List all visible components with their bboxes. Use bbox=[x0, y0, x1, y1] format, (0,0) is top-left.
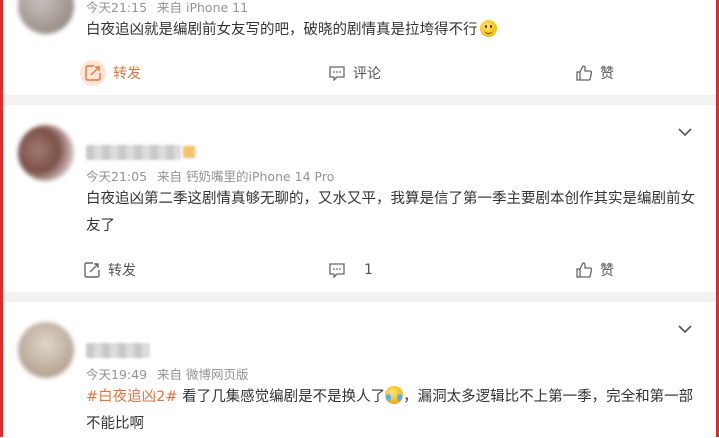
comment-meta: 今天21:15 来自 iPhone 11 bbox=[86, 0, 254, 16]
chevron-down-icon[interactable] bbox=[678, 324, 694, 340]
repost-label: 转发 bbox=[113, 66, 141, 82]
comment-label: 评论 bbox=[353, 66, 381, 82]
comment-time: 今天19:49 bbox=[86, 367, 148, 382]
chevron-down-icon[interactable] bbox=[678, 127, 694, 143]
comment-card: 今天21:05 来自 钙奶嘴里的iPhone 14 Pro 白夜追凶第二季这剧情… bbox=[3, 105, 716, 292]
comment-button[interactable]: 1 bbox=[328, 256, 373, 284]
comment-card: 今天21:15 来自 iPhone 11 白夜追凶就是编剧前女友写的吧，破晓的剧… bbox=[3, 0, 716, 95]
separator bbox=[3, 95, 716, 105]
comment-icon bbox=[329, 66, 345, 81]
thumbs-up-icon bbox=[576, 65, 593, 81]
avatar[interactable] bbox=[18, 125, 74, 181]
topic-link[interactable]: #白夜追凶2# bbox=[86, 389, 178, 405]
comment-meta: 今天19:49 来自 微博网页版 bbox=[86, 364, 255, 383]
comment-button[interactable]: 评论 bbox=[328, 59, 381, 87]
repost-icon bbox=[85, 65, 101, 81]
comment-source: 来自 微博网页版 bbox=[157, 367, 249, 382]
thumbs-up-icon bbox=[576, 262, 593, 278]
crying-laugh-emoji-icon bbox=[385, 386, 404, 404]
separator bbox=[3, 292, 716, 302]
comment-text: 白夜追凶第二季这剧情真够无聊的，又水又平，我算是信了第一季主要剧本创作其实是编剧… bbox=[86, 191, 695, 234]
like-label: 赞 bbox=[600, 66, 614, 82]
comment-actions: 转发 评论 赞 bbox=[3, 59, 716, 87]
comment-time: 今天21:05 bbox=[86, 169, 148, 184]
repost-label: 转发 bbox=[108, 263, 136, 279]
like-button[interactable]: 赞 bbox=[575, 59, 614, 87]
comment-count: 1 bbox=[364, 262, 373, 278]
comment-time: 今天21:15 bbox=[86, 0, 148, 15]
comment-text: #白夜追凶2# 看了几集感觉编剧是不是换人了 ，漏洞太多逻辑比不上第一季，完全和第… bbox=[86, 384, 696, 438]
comment-icon bbox=[329, 263, 345, 278]
comment-meta: 今天21:05 来自 钙奶嘴里的iPhone 14 Pro bbox=[86, 166, 340, 185]
smile-emoji-icon bbox=[479, 20, 497, 37]
avatar[interactable] bbox=[18, 0, 74, 34]
repost-icon bbox=[84, 262, 100, 278]
like-label: 赞 bbox=[600, 263, 614, 279]
comment-card: 今天19:49 来自 微博网页版 #白夜追凶2# 看了几集感觉编剧是不是换人了，… bbox=[3, 302, 716, 437]
repost-button[interactable]: 转发 bbox=[83, 256, 136, 284]
like-button[interactable]: 赞 bbox=[575, 256, 614, 284]
vip-badge-icon bbox=[183, 146, 195, 158]
username[interactable] bbox=[86, 343, 150, 358]
comment-source: 来自 钙奶嘴里的iPhone 14 Pro bbox=[157, 169, 335, 184]
comment-source: 来自 iPhone 11 bbox=[157, 0, 249, 15]
comment-text: 白夜追凶就是编剧前女友写的吧，破晓的剧情真是拉垮得不行 bbox=[86, 17, 696, 44]
avatar[interactable] bbox=[18, 322, 74, 378]
comment-actions: 转发 1 赞 bbox=[3, 256, 716, 284]
username[interactable] bbox=[86, 145, 181, 160]
repost-button[interactable]: 转发 bbox=[80, 59, 141, 87]
